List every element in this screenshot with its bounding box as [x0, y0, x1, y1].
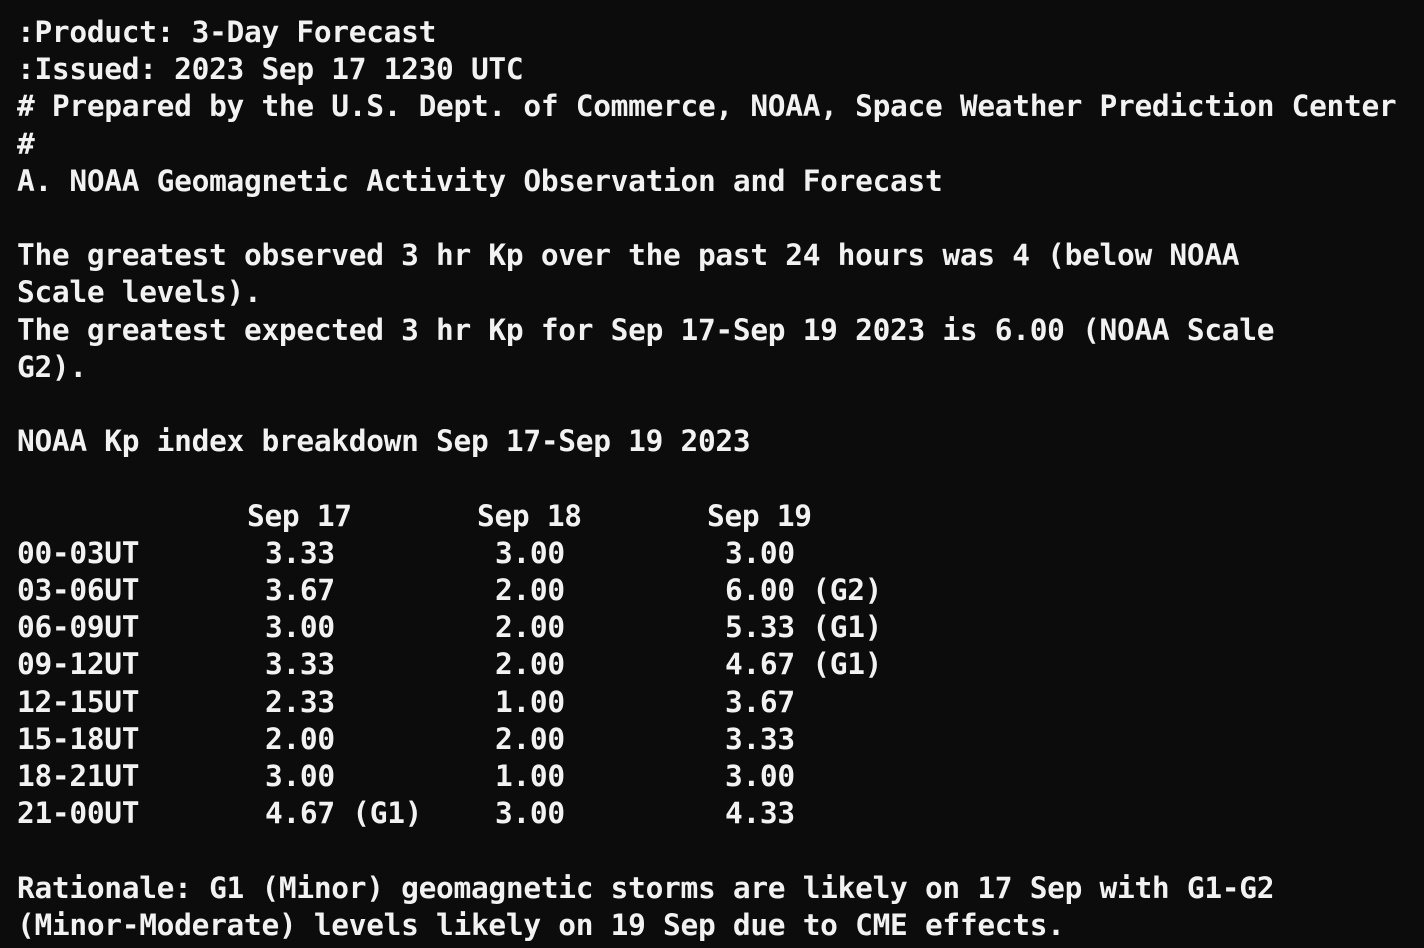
table-row-day1-value: 2.00	[265, 722, 335, 756]
table-row-day1-value: 2.33	[265, 685, 335, 719]
table-row-period: 18-21UT	[17, 759, 140, 793]
kp-table-header-day3: Sep 19	[707, 499, 812, 533]
terminal-output: :Product: 3-Day Forecast :Issued: 2023 S…	[0, 0, 1424, 948]
table-row-day2-value: 2.00	[495, 573, 565, 607]
table-row-period: 09-12UT	[17, 647, 140, 681]
table-row-period: 00-03UT	[17, 536, 140, 570]
expected-kp-line-1: The greatest expected 3 hr Kp for Sep 17…	[17, 313, 1275, 347]
table-row-day2-value: 2.00	[495, 610, 565, 644]
table-row-day2-value: 3.00	[495, 536, 565, 570]
table-row-period: 21-00UT	[17, 796, 140, 830]
kp-table-header-day2: Sep 18	[477, 499, 582, 533]
table-row-day3-value: 3.00	[725, 759, 795, 793]
table-row-day3-value: 3.33	[725, 722, 795, 756]
table-row-day1-value: 3.33	[265, 536, 335, 570]
table-row-day3-value: 5.33 (G1)	[725, 610, 883, 644]
table-row-day3-value: 4.33	[725, 796, 795, 830]
issued-line: :Issued: 2023 Sep 17 1230 UTC	[17, 52, 524, 86]
table-row-period: 12-15UT	[17, 685, 140, 719]
table-row-day1-value: 3.33	[265, 647, 335, 681]
table-row-day1-value: 3.67	[265, 573, 335, 607]
section-a-title: A. NOAA Geomagnetic Activity Observation…	[17, 164, 943, 198]
table-row-day2-value: 2.00	[495, 647, 565, 681]
rationale-line-2: (Minor-Moderate) levels likely on 19 Sep…	[17, 908, 1065, 942]
table-row-day2-value: 3.00	[495, 796, 565, 830]
table-row-day1-value: 3.00	[265, 759, 335, 793]
table-row-day1-value: 3.00	[265, 610, 335, 644]
table-row-day2-value: 1.00	[495, 685, 565, 719]
rationale-line-1: Rationale: G1 (Minor) geomagnetic storms…	[17, 871, 1275, 905]
table-row-period: 06-09UT	[17, 610, 140, 644]
expected-kp-line-2: G2).	[17, 350, 87, 384]
table-row-period: 15-18UT	[17, 722, 140, 756]
table-row-day3-value: 4.67 (G1)	[725, 647, 883, 681]
observed-kp-line-1: The greatest observed 3 hr Kp over the p…	[17, 238, 1240, 272]
comment-hash-line: #	[17, 127, 35, 161]
table-row-day1-value: 4.67 (G1)	[265, 796, 423, 830]
table-row-day3-value: 3.00	[725, 536, 795, 570]
table-row-day3-value: 3.67	[725, 685, 795, 719]
product-line: :Product: 3-Day Forecast	[17, 15, 437, 49]
table-row-day2-value: 1.00	[495, 759, 565, 793]
observed-kp-line-2: Scale levels).	[17, 275, 262, 309]
table-row-day2-value: 2.00	[495, 722, 565, 756]
table-row-day3-value: 6.00 (G2)	[725, 573, 883, 607]
kp-table-header-day1: Sep 17	[247, 499, 352, 533]
prepared-line: # Prepared by the U.S. Dept. of Commerce…	[17, 89, 1397, 123]
breakdown-title: NOAA Kp index breakdown Sep 17-Sep 19 20…	[17, 424, 751, 458]
table-row-period: 03-06UT	[17, 573, 140, 607]
